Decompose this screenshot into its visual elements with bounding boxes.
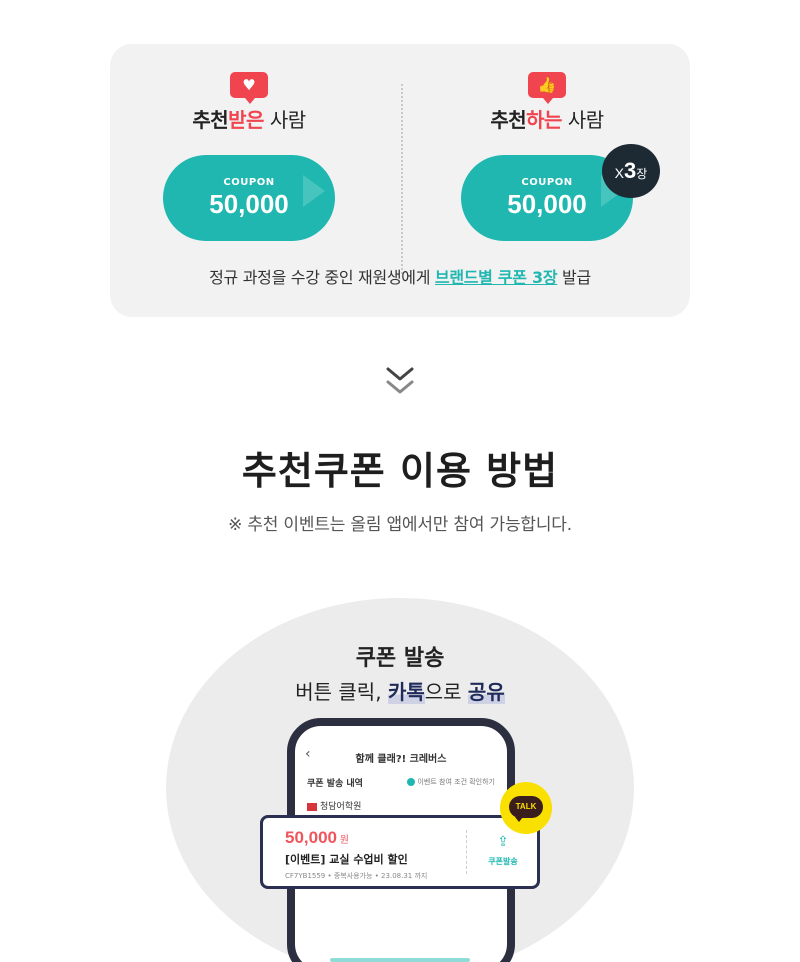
- thumbs-up-icon: 👍: [528, 72, 566, 104]
- coupon-amount: 50,000: [507, 189, 587, 219]
- issuance-note: 정규 과정을 수강 중인 재원생에게 브랜드별 쿠폰 3장 발급: [209, 268, 591, 287]
- kakaotalk-icon: TALK: [500, 782, 552, 834]
- coupon-ticket: 50,000 원 [이벤트] 교실 수업비 할인 CF7YB1559 • 중복사…: [260, 815, 540, 889]
- coupon-amount: 50,000: [209, 189, 289, 219]
- recipient-coupon: COUPON 50,000: [163, 155, 335, 241]
- ticket-meta: CF7YB1559 • 중복사용가능 • 23.08.31 까지: [285, 872, 428, 880]
- referrer-title: 추천하는 사람: [490, 108, 604, 132]
- phone-header: 함께 클래?! 크레버스: [355, 754, 447, 765]
- column-divider: [401, 84, 403, 274]
- school-logo-icon: [307, 802, 317, 811]
- send-coupon-label: 쿠폰발송: [488, 857, 518, 866]
- recipient-title: 추천받은 사람: [192, 108, 306, 132]
- heart-icon: ♥: [230, 72, 268, 104]
- ticket-amount: 50,000 원: [285, 828, 349, 847]
- page-heading: 추천쿠폰 이용 방법: [241, 449, 559, 493]
- recipient-column: ♥ 추천받은 사람 COUPON 50,000: [124, 72, 374, 241]
- illustration-title: 쿠폰 발송: [355, 646, 445, 671]
- school-item: 청담어학원: [307, 799, 361, 812]
- send-coupon-button[interactable]: ⇪ 쿠폰발송: [473, 834, 533, 867]
- check-icon: [407, 778, 416, 786]
- double-chevron-down-icon: [386, 367, 414, 394]
- brand-coupon-link[interactable]: 브랜드별 쿠폰 3장: [435, 268, 558, 287]
- coupon-history-label: 쿠폰 발송 내역: [307, 779, 363, 789]
- app-only-notice: ※ 추천 이벤트는 올림 앱에서만 참여 가능합니다.: [228, 515, 572, 535]
- coupon-label: COUPON: [223, 177, 275, 188]
- condition-link: 이벤트 참여 조건 확인하기: [407, 777, 495, 787]
- bottom-accent-bar: [330, 958, 470, 962]
- illustration-subtitle: 버튼 클릭, 카톡으로 공유: [295, 680, 505, 704]
- ticket-event-title: [이벤트] 교실 수업비 할인: [285, 853, 408, 866]
- share-icon: ⇪: [497, 834, 509, 850]
- ticket-separator: [466, 830, 467, 874]
- multiplier-badge: X3장: [602, 144, 660, 198]
